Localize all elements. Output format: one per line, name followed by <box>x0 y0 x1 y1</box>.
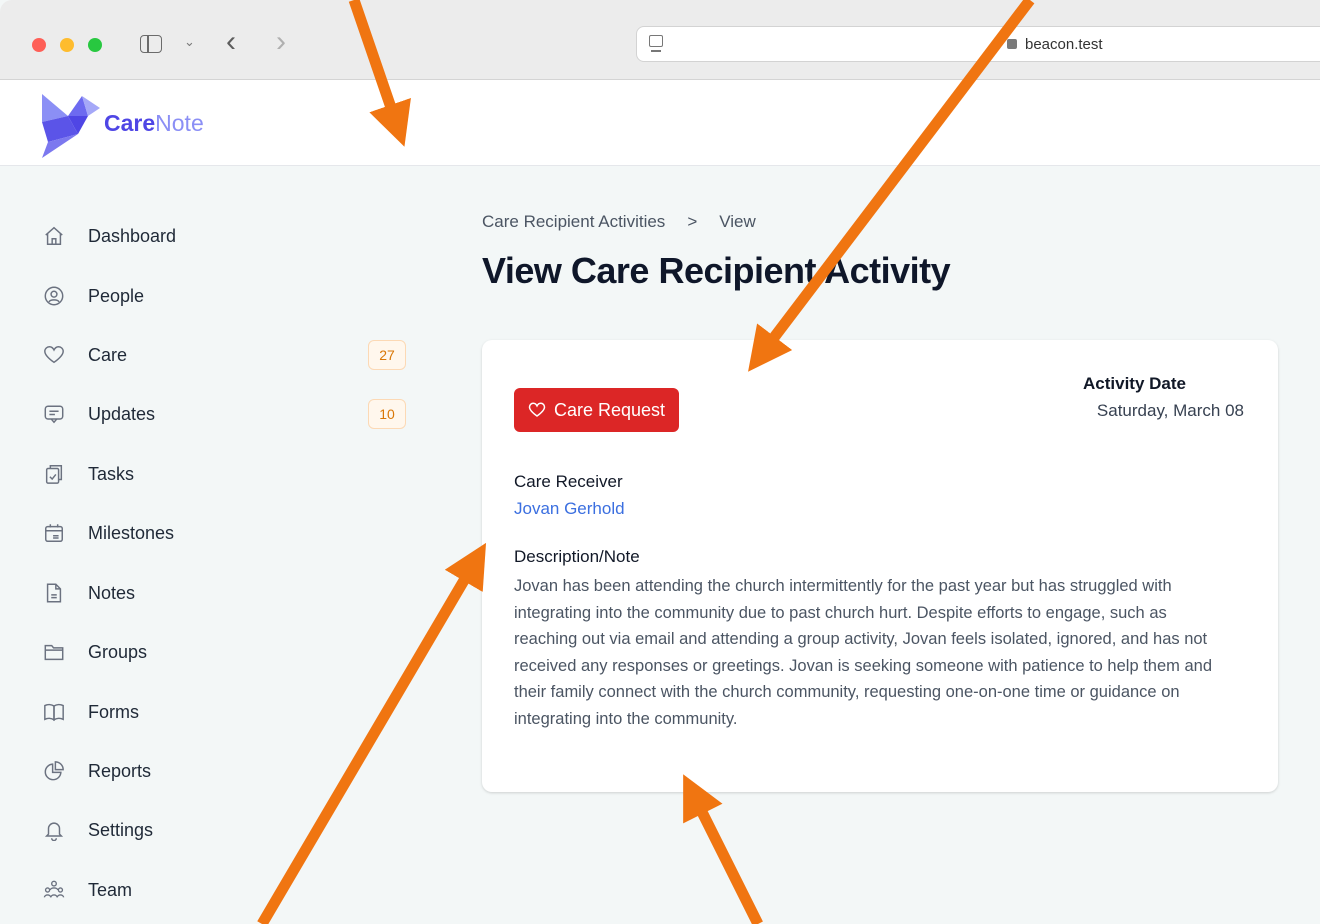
address-bar[interactable]: beacon.test <box>636 26 1320 62</box>
url-text[interactable]: beacon.test <box>1025 36 1103 53</box>
lock-icon <box>1007 39 1017 49</box>
minimize-window-button[interactable] <box>60 38 74 52</box>
sidebar-item-label: Notes <box>88 582 136 603</box>
users-icon <box>42 878 66 902</box>
reader-icon[interactable] <box>649 35 663 52</box>
back-button[interactable]: ‹ <box>226 24 236 60</box>
chat-icon <box>42 402 66 426</box>
app-header: CareNote <box>0 80 1320 166</box>
sidebar-item-updates[interactable]: Updates 10 <box>36 392 416 436</box>
clipboard-check-icon <box>42 462 66 486</box>
sidebar-item-label: People <box>88 285 145 306</box>
folder-icon <box>42 640 66 664</box>
heart-icon <box>528 402 546 417</box>
logo-primary-text: Care <box>104 110 156 136</box>
browser-chrome: ⌄ ‹ › beacon.test <box>0 0 1320 80</box>
pie-chart-icon <box>42 759 66 783</box>
sidebar-item-label: Updates <box>88 403 156 424</box>
sidebar-item-groups[interactable]: Groups <box>36 630 416 674</box>
activity-date-label: Activity Date <box>1083 374 1186 393</box>
description-text: Jovan has been attending the church inte… <box>514 577 1212 728</box>
bell-icon <box>42 818 66 842</box>
forward-button[interactable]: › <box>276 24 286 60</box>
carenote-logo-icon[interactable] <box>38 86 102 158</box>
sidebar-item-label: Tasks <box>88 463 135 484</box>
sidebar-toggle-icon[interactable] <box>140 35 162 53</box>
breadcrumb: Care Recipient Activities > View <box>482 212 756 232</box>
annotation-arrow-description <box>683 774 763 924</box>
care-receiver-label: Care Receiver <box>514 472 623 491</box>
updates-count-badge: 10 <box>368 399 406 429</box>
sidebar-item-label: Care <box>88 344 128 365</box>
sidebar-item-forms[interactable]: Forms <box>36 690 416 734</box>
sidebar-item-care[interactable]: Care 27 <box>36 333 416 377</box>
care-count-badge: 27 <box>368 340 406 370</box>
activity-date-value: Saturday, March 08 <box>1096 401 1244 420</box>
breadcrumb-current: View <box>719 212 756 231</box>
description-label: Description/Note <box>514 547 640 566</box>
sidebar-item-label: Dashboard <box>88 225 177 246</box>
sidebar-item-people[interactable]: People <box>36 274 416 318</box>
breadcrumb-parent-link[interactable]: Care Recipient Activities <box>482 212 665 232</box>
app-logo-text[interactable]: CareNote <box>104 110 204 137</box>
sidebar-item-dashboard[interactable]: Dashboard <box>36 214 416 258</box>
breadcrumb-separator: > <box>687 212 698 231</box>
heart-icon <box>42 343 66 367</box>
sidebar-item-settings[interactable]: Settings <box>36 808 416 852</box>
calendar-icon <box>42 521 66 545</box>
document-icon <box>42 581 66 605</box>
home-icon <box>42 224 66 248</box>
book-icon <box>42 700 66 724</box>
close-window-button[interactable] <box>32 38 46 52</box>
zoom-window-button[interactable] <box>88 38 102 52</box>
sidebar-nav: Dashboard People Care 27 Updates 10 Task… <box>0 166 430 924</box>
activity-card: Care Request Activity Date Saturday, Mar… <box>482 340 1278 792</box>
user-circle-icon <box>42 284 66 308</box>
sidebar-item-team[interactable]: Team <box>36 868 416 912</box>
sidebar-item-reports[interactable]: Reports <box>36 749 416 793</box>
chevron-down-icon[interactable]: ⌄ <box>184 34 195 50</box>
care-receiver-link[interactable]: Jovan Gerhold <box>514 499 625 519</box>
sidebar-item-label: Reports <box>88 760 152 781</box>
sidebar-item-label: Settings <box>88 819 154 840</box>
sidebar-item-notes[interactable]: Notes <box>36 571 416 615</box>
activity-type-badge: Care Request <box>514 388 680 432</box>
sidebar-item-label: Milestones <box>88 522 175 543</box>
sidebar-item-label: Team <box>88 879 133 900</box>
sidebar-item-tasks[interactable]: Tasks <box>36 452 416 496</box>
sidebar-item-label: Groups <box>88 641 148 662</box>
sidebar-item-milestones[interactable]: Milestones <box>36 511 416 555</box>
activity-type-label: Care Request <box>554 399 666 420</box>
sidebar-item-label: Forms <box>88 701 139 722</box>
page-title: View Care Recipient Activity <box>482 250 951 291</box>
logo-secondary-text: Note <box>155 110 204 136</box>
